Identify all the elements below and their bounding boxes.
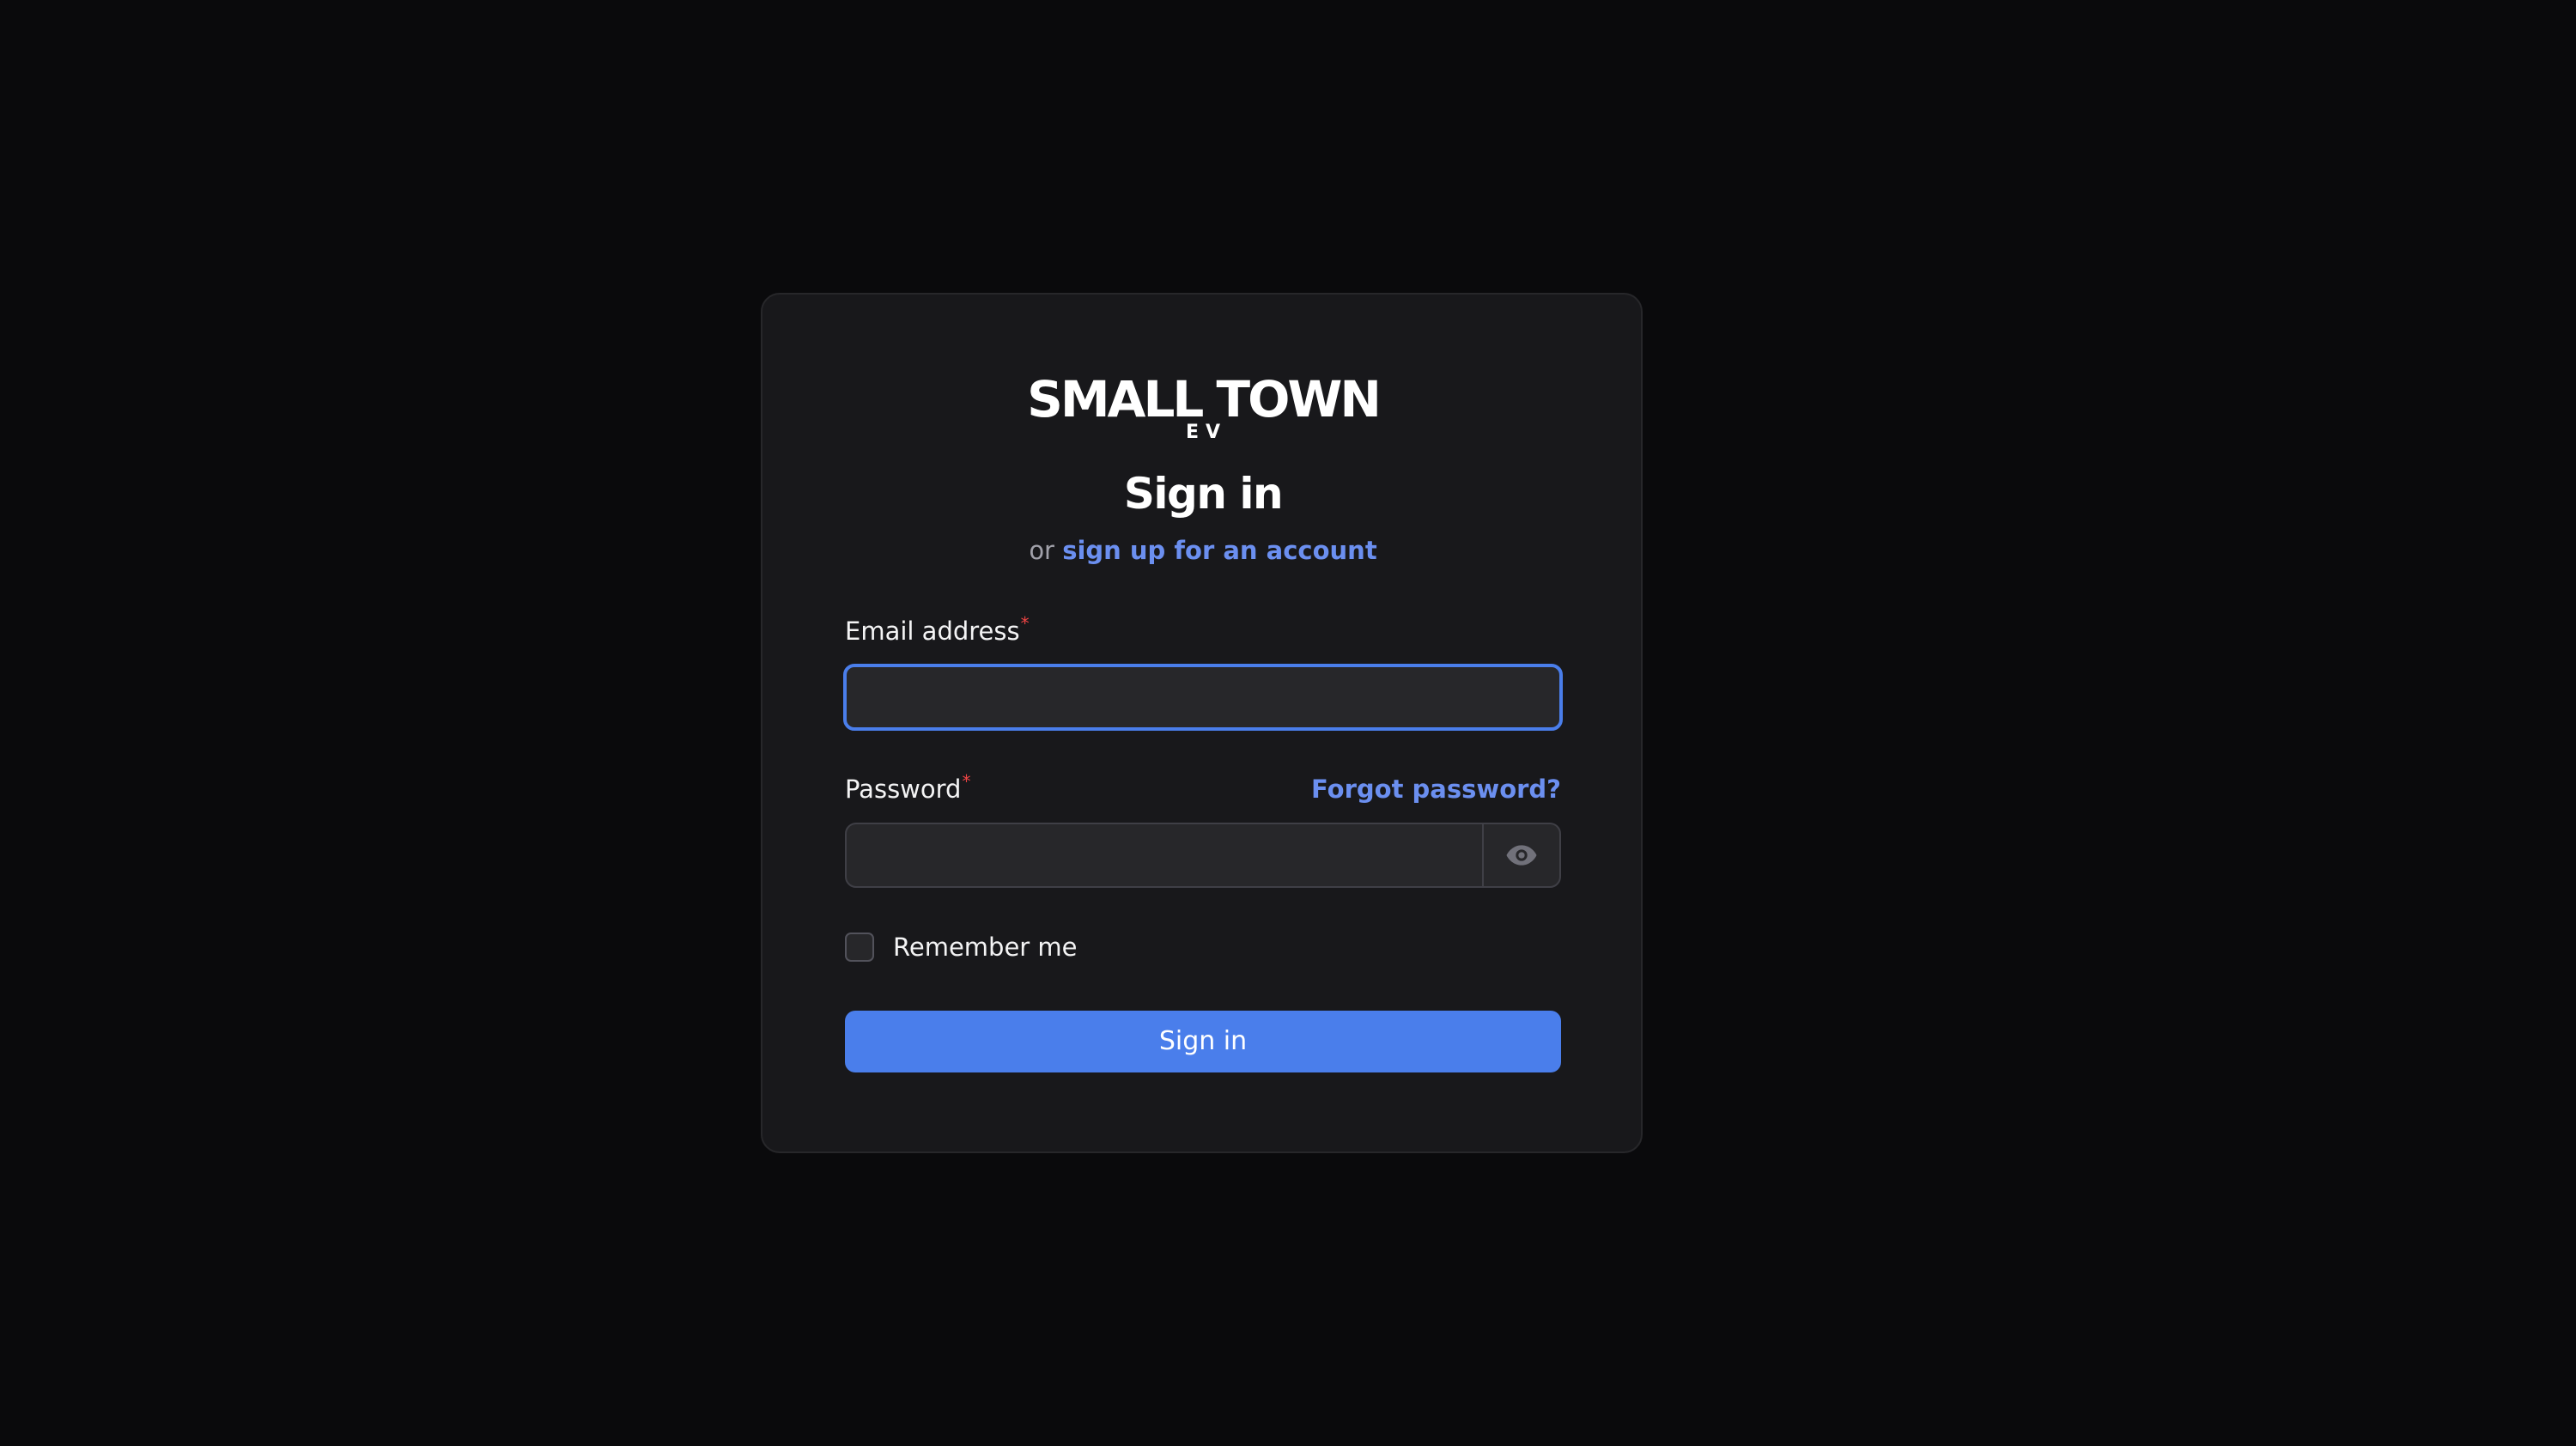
required-marker: * [962,771,971,792]
sign-in-card: SMALL TOWN EV Sign in or sign up for an … [761,293,1643,1153]
remember-me-label[interactable]: Remember me [893,930,1078,964]
logo-wordmark: SMALL TOWN [1027,370,1382,428]
toggle-password-visibility-button[interactable] [1482,824,1559,886]
signup-link[interactable]: sign up for an account [1062,536,1376,565]
email-label-text: Email address [845,617,1020,646]
brand-logo: SMALL TOWN EV [845,374,1561,442]
page-title: Sign in [1123,469,1284,519]
sign-in-form: SMALL TOWN EV Sign in or sign up for an … [843,295,1563,1151]
required-marker: * [1020,613,1030,634]
password-label: Password* [845,771,971,809]
email-field[interactable] [843,664,1563,731]
password-field[interactable] [847,824,1485,886]
password-field-group [845,823,1561,888]
remember-me-checkbox[interactable] [845,933,874,962]
forgot-password-link[interactable]: Forgot password? [1311,772,1561,806]
email-label: Email address* [845,613,1030,651]
password-label-text: Password [845,775,962,804]
signup-prefix: or [1029,536,1054,565]
sign-in-button[interactable]: Sign in [845,1011,1561,1072]
logo-subtitle: EV [1185,422,1228,443]
eye-icon [1506,845,1537,866]
signup-prompt: or sign up for an account [845,533,1561,568]
